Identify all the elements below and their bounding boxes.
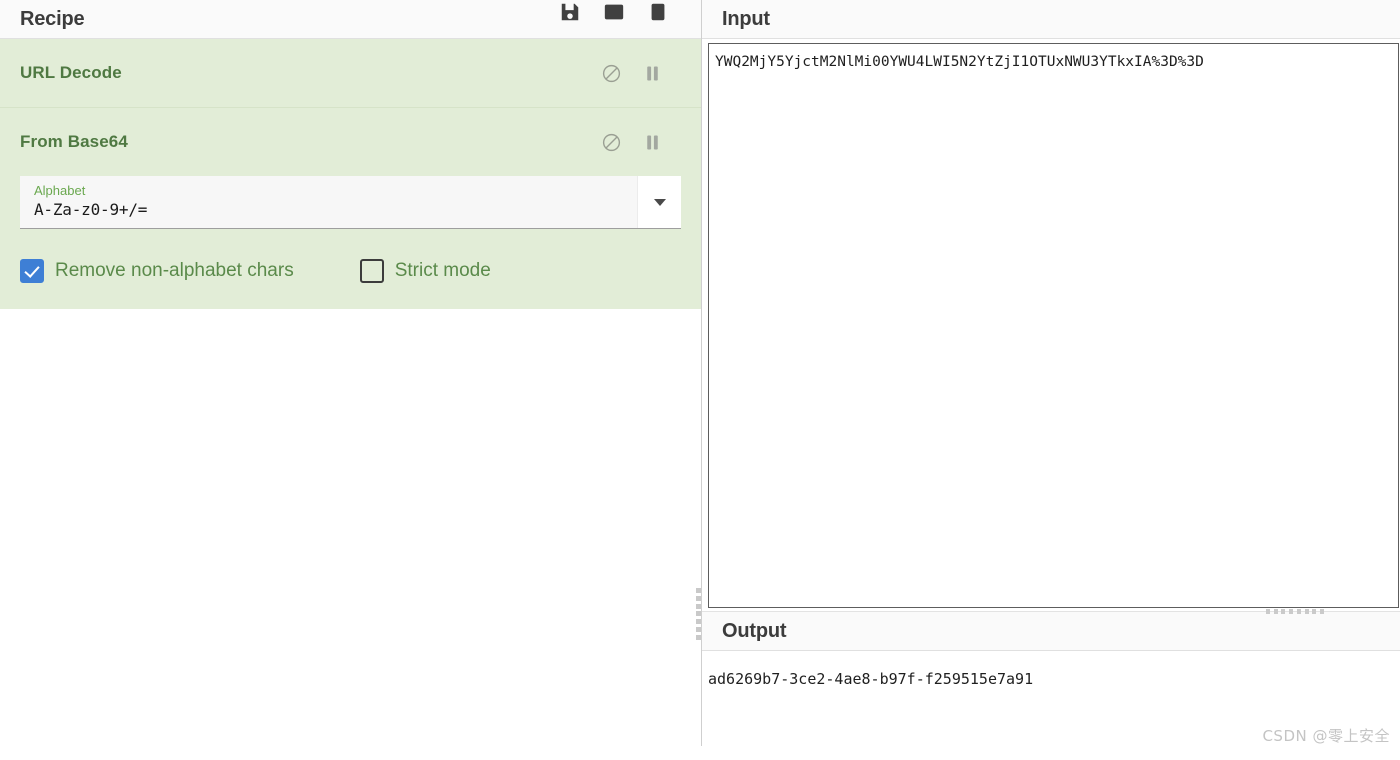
recipe-drop-area[interactable] <box>0 309 701 760</box>
recipe-toolbar <box>559 1 681 23</box>
recipe-pane: Recipe URL Decode From Base64 Alphabet A… <box>0 0 702 760</box>
boolean-arguments-row: Remove non-alphabet chars Strict mode <box>20 259 681 283</box>
breakpoint-pause-icon[interactable] <box>642 132 663 153</box>
chevron-down-icon <box>653 198 666 206</box>
breakpoint-pause-icon[interactable] <box>642 63 663 84</box>
remove-non-alphabet-chars-label: Remove non-alphabet chars <box>55 260 294 281</box>
watermark: CSDN @零上安全 <box>1262 727 1390 745</box>
input-textarea[interactable]: YWQ2MjY5YjctM2NlMi00YWU4LWI5N2YtZjI1OTUx… <box>708 43 1399 608</box>
alphabet-label: Alphabet <box>34 183 86 198</box>
alphabet-value: A-Za-z0-9+/= <box>34 200 148 219</box>
recipe-title: Recipe <box>20 7 85 30</box>
input-title: Input <box>722 7 770 30</box>
cyberchef-app: Recipe URL Decode From Base64 Alphabet A… <box>0 0 1400 760</box>
operation-title: URL Decode <box>20 63 122 82</box>
input-section: Input YWQ2MjY5YjctM2NlMi00YWU4LWI5N2YtZj… <box>702 0 1400 614</box>
save-recipe-icon[interactable] <box>559 1 581 23</box>
input-title-bar: Input <box>702 0 1400 39</box>
operation-header: URL Decode <box>0 39 701 107</box>
strict-mode-checkbox[interactable]: Strict mode <box>359 259 491 283</box>
operation-arguments: Alphabet A-Za-z0-9+/= Remove non-alphabe… <box>0 176 701 309</box>
disable-operation-icon[interactable] <box>601 63 622 84</box>
recipe-operation-from-base64[interactable]: From Base64 Alphabet A-Za-z0-9+/= Remove… <box>0 107 701 309</box>
checkbox-unchecked-icon <box>359 259 384 283</box>
operation-title: From Base64 <box>20 132 128 151</box>
operation-header: From Base64 <box>0 108 701 176</box>
alphabet-dropdown-button[interactable] <box>637 176 681 228</box>
output-text[interactable]: ad6269b7-3ce2-4ae8-b97f-f259515e7a91 <box>708 669 1400 689</box>
bottom-strip <box>0 746 1400 760</box>
disable-operation-icon[interactable] <box>601 132 622 153</box>
operation-controls <box>601 63 681 84</box>
load-recipe-icon[interactable] <box>603 1 625 23</box>
clear-recipe-icon[interactable] <box>647 1 669 23</box>
recipe-operation-list: URL Decode From Base64 Alphabet A-Za-z0-… <box>0 39 701 309</box>
recipe-title-bar: Recipe <box>0 0 701 39</box>
checkbox-checked-icon <box>20 259 44 283</box>
io-pane: Input YWQ2MjY5YjctM2NlMi00YWU4LWI5N2YtZj… <box>702 0 1400 760</box>
vertical-splitter-grip[interactable] <box>695 586 702 642</box>
strict-mode-label: Strict mode <box>394 260 491 281</box>
remove-non-alphabet-chars-checkbox[interactable]: Remove non-alphabet chars <box>20 259 294 283</box>
operation-controls <box>601 132 681 153</box>
output-title-bar: Output <box>702 612 1400 651</box>
recipe-operation-url-decode[interactable]: URL Decode <box>0 39 701 107</box>
output-title: Output <box>722 619 787 642</box>
input-output-splitter-grip[interactable] <box>1266 608 1324 615</box>
input-area-wrap: YWQ2MjY5YjctM2NlMi00YWU4LWI5N2YtZjI1OTUx… <box>702 39 1400 614</box>
alphabet-field[interactable]: Alphabet A-Za-z0-9+/= <box>20 176 681 229</box>
alphabet-field-inner: Alphabet A-Za-z0-9+/= <box>20 176 637 228</box>
